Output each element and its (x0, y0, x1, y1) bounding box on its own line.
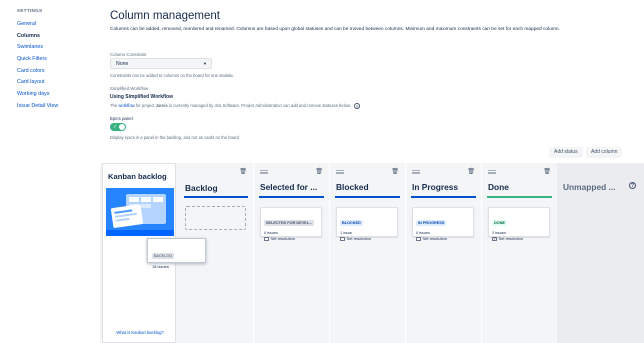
add-column-button[interactable]: Add column (586, 147, 623, 158)
constraint-help: Constraints can be added to columns on t… (110, 73, 235, 78)
trash-icon[interactable]: 🗑 (391, 168, 399, 175)
constraint-select[interactable]: None ▼ (110, 58, 212, 69)
set-resolution-label: Set resolution (422, 236, 447, 241)
column-selected-for-development[interactable]: 🗑 Selected for ... SELECTED FOR DEVEL...… (254, 163, 329, 343)
sidebar-heading: SETTINGS (17, 8, 43, 13)
column-title: Unmapped ... (563, 182, 616, 192)
settings-sidebar: SETTINGS General Columns Swimlanes Quick… (0, 0, 100, 343)
status-dropzone[interactable] (185, 206, 246, 230)
status-lozenge: SELECTED FOR DEVEL... (264, 220, 315, 226)
toggle-knob (119, 124, 125, 130)
status-card[interactable]: SELECTED FOR DEVEL... 0 issues Set resol… (260, 207, 322, 242)
trash-icon[interactable]: 🗑 (467, 168, 475, 175)
add-status-button[interactable]: Add status (549, 147, 583, 158)
status-card[interactable]: DONE 2 issues Set resolution (488, 207, 550, 241)
backlog-status-card[interactable]: BACKLOG 18 issues (147, 238, 206, 269)
trash-icon[interactable]: 🗑 (239, 168, 247, 175)
column-underline (184, 196, 248, 198)
set-resolution-label: Set resolution (346, 236, 371, 241)
drag-handle-icon[interactable] (488, 170, 496, 174)
set-resolution-checkbox[interactable]: Set resolution (340, 236, 394, 242)
constraint-value: None (116, 61, 129, 67)
trash-icon[interactable]: 🗑 (543, 168, 551, 175)
kanban-backlog-illustration (106, 188, 174, 236)
help-icon[interactable]: ? (353, 103, 360, 109)
constraint-label: Column Constraint (110, 52, 147, 57)
checkbox-icon[interactable] (416, 236, 421, 242)
column-unmapped-statuses: Unmapped ... ? (557, 163, 644, 343)
set-resolution-label: Set resolution (270, 236, 295, 241)
status-issue-count: 18 issues (152, 263, 169, 269)
workflow-help: The workflow for project Jarvis is curre… (110, 103, 360, 109)
column-title[interactable]: Selected for ... (260, 182, 317, 192)
check-icon: ✓ (113, 124, 118, 130)
sidebar-item-card-layout[interactable]: Card layout (17, 77, 100, 89)
sidebar-item-issue-detail-view[interactable]: Issue Detail View (17, 101, 100, 113)
chevron-down-icon: ▼ (203, 61, 207, 66)
set-resolution-label: Set resolution (498, 236, 523, 241)
workflow-help-suffix: is currently managed by Jira Software. P… (167, 103, 351, 109)
workflow-help-mid: for project (134, 103, 156, 109)
status-issue-count: 0 issues (416, 230, 430, 235)
sidebar-item-columns[interactable]: Columns (17, 31, 100, 43)
column-underline (411, 196, 476, 198)
sidebar-item-working-days[interactable]: Working days (17, 89, 100, 101)
sidebar-item-general[interactable]: General (17, 19, 100, 31)
column-blocked[interactable]: 🗑 Blocked BLOCKED 1 issue Set resolution (330, 163, 405, 343)
set-resolution-checkbox[interactable]: Set resolution (492, 236, 546, 241)
workflow-link[interactable]: workflow (118, 103, 134, 108)
status-lozenge: DONE (492, 220, 507, 226)
status-card[interactable]: BLOCKED 1 issue Set resolution (336, 207, 398, 242)
checkbox-icon[interactable] (340, 236, 345, 242)
column-in-progress[interactable]: 🗑 In Progress IN PROGRESS 0 issues Set r… (406, 163, 481, 343)
status-lozenge: BACKLOG (152, 253, 175, 259)
checkbox-checked-icon[interactable] (492, 236, 497, 241)
column-done[interactable]: 🗑 Done DONE 2 issues Set resolution (482, 163, 557, 343)
epics-toggle[interactable]: ✓ (110, 123, 126, 131)
column-underline (335, 196, 400, 198)
page-title: Column management (110, 10, 220, 22)
column-underline (487, 196, 552, 198)
kanban-illustration-image (106, 188, 174, 236)
column-title[interactable]: Done (488, 182, 509, 192)
trash-icon[interactable]: 🗑 (315, 168, 323, 175)
kanban-backlog-link[interactable]: What is Kanban backlog? (103, 330, 177, 335)
sidebar-item-quick-filters[interactable]: Quick Filters (17, 54, 100, 66)
set-resolution-checkbox[interactable]: Set resolution (264, 236, 318, 242)
epics-label: Epics panel (110, 116, 133, 121)
workflow-project: Jarvis (155, 103, 168, 109)
help-icon[interactable]: ? (629, 182, 636, 189)
workflow-label: Simplified Workflow (110, 86, 149, 91)
status-lozenge: BLOCKED (340, 220, 363, 226)
status-issue-count: 2 issues (492, 230, 506, 235)
column-board: Kanban backlog What is Kanban backlog? B… (100, 163, 644, 343)
status-lozenge: IN PROGRESS (416, 220, 447, 226)
status-card[interactable]: IN PROGRESS 0 issues Set resolution (412, 207, 474, 242)
sidebar-item-card-colors[interactable]: Card colors (17, 66, 100, 78)
status-issue-count: 1 issue (340, 230, 353, 235)
workflow-value: Using Simplified Workflow (110, 94, 173, 100)
drag-handle-icon[interactable] (260, 170, 268, 174)
status-issue-count: 0 issues (264, 230, 278, 235)
epics-help: Display epics in a panel in the backlog,… (110, 135, 239, 140)
kanban-backlog-title: Kanban backlog (108, 172, 167, 181)
column-underline (259, 196, 324, 198)
sidebar-item-swimlanes[interactable]: Swimlanes (17, 42, 100, 54)
drag-handle-icon[interactable] (336, 170, 344, 174)
column-title[interactable]: In Progress (412, 182, 458, 192)
page-description: Columns can be added, removed, reordered… (110, 27, 560, 32)
column-title[interactable]: Backlog (185, 183, 218, 193)
checkbox-icon[interactable] (264, 236, 269, 242)
column-title[interactable]: Blocked (336, 182, 369, 192)
set-resolution-checkbox[interactable]: Set resolution (416, 236, 470, 242)
drag-handle-icon[interactable] (412, 170, 420, 174)
